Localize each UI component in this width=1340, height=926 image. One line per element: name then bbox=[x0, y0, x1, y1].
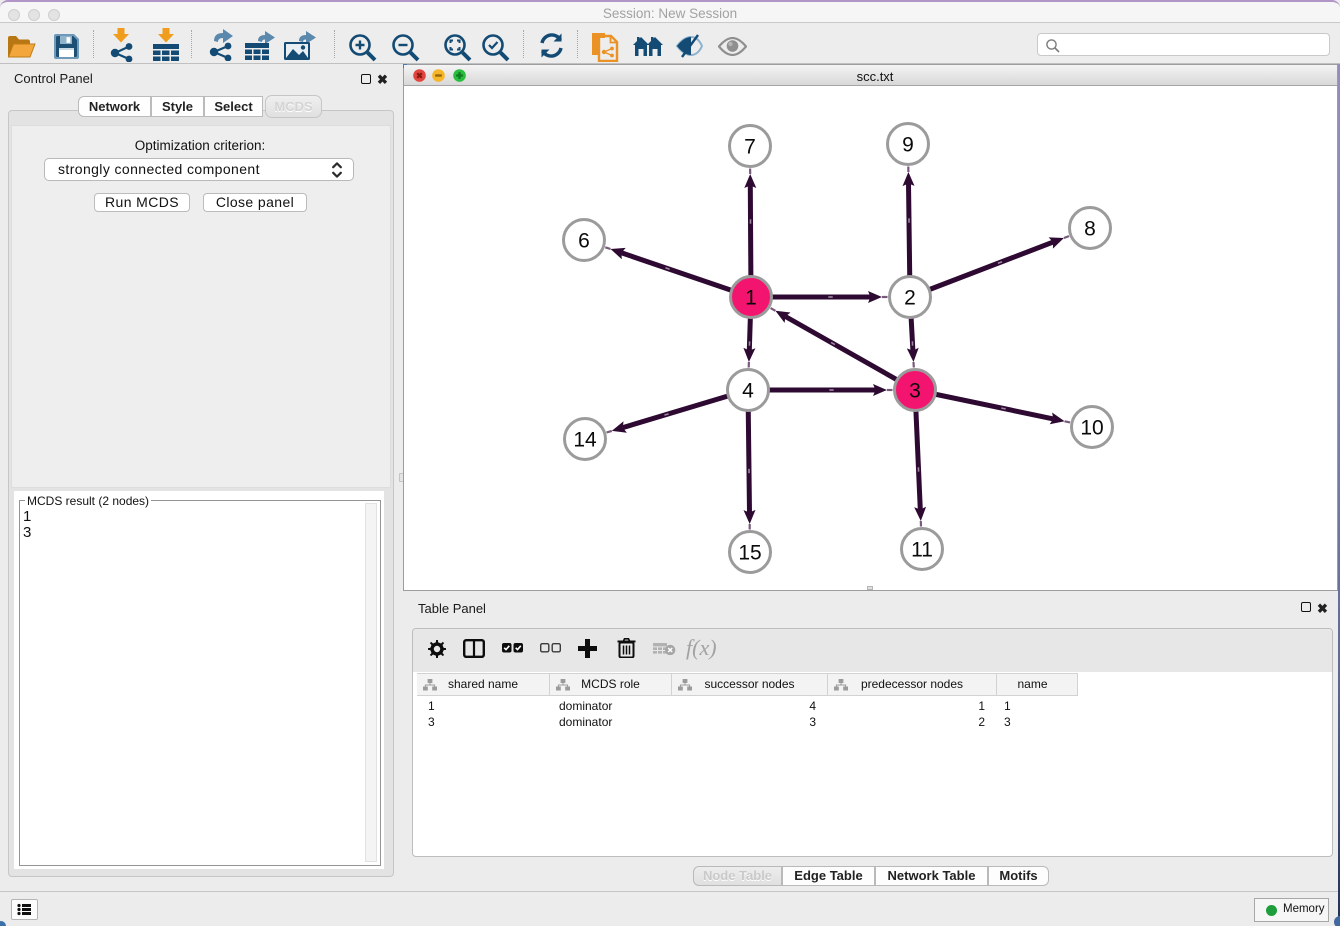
svg-text:14: 14 bbox=[573, 429, 597, 452]
svg-text:3: 3 bbox=[909, 380, 921, 403]
svg-text:7: 7 bbox=[744, 136, 756, 159]
svg-text:10: 10 bbox=[1080, 417, 1103, 440]
svg-text:1: 1 bbox=[745, 287, 757, 310]
svg-text:9: 9 bbox=[902, 134, 914, 157]
svg-text:8: 8 bbox=[1084, 218, 1096, 241]
svg-text:4: 4 bbox=[742, 380, 754, 403]
svg-text:2: 2 bbox=[904, 287, 916, 310]
svg-text:11: 11 bbox=[911, 539, 933, 562]
svg-text:6: 6 bbox=[578, 230, 590, 253]
svg-text:15: 15 bbox=[738, 542, 761, 565]
